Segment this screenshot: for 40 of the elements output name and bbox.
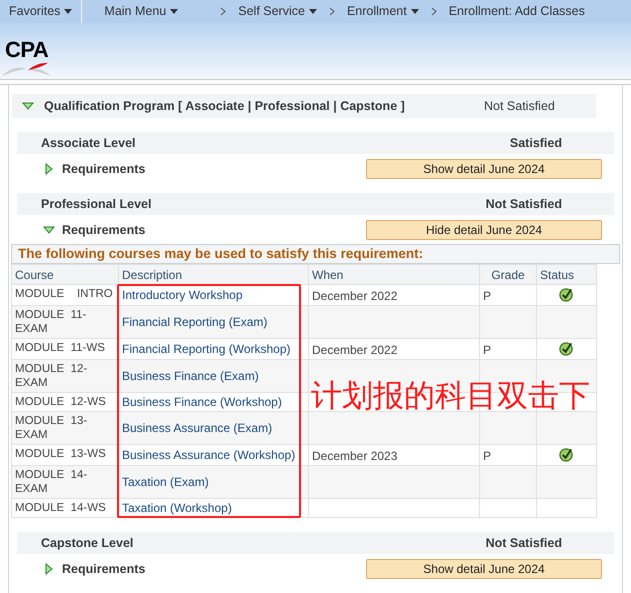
detail-button[interactable]: Show detail June 2024 [366, 159, 602, 179]
breadcrumb-menu[interactable]: Main Menu [104, 2, 178, 21]
requirements-label: Requirements [62, 560, 146, 578]
level-status: Not Satisfied [486, 196, 562, 213]
level-status: Satisfied [510, 134, 562, 152]
column-header: Description [118, 264, 308, 284]
table-cell: December 2022 [312, 289, 398, 303]
breadcrumb-menu[interactable]: Enrollment: Add Classes [448, 2, 585, 21]
table-cell: MODULE 14-WS [12, 498, 118, 518]
table-cell: P [483, 449, 492, 463]
table-cell: P [483, 289, 492, 303]
chevron-icon [328, 7, 335, 16]
level-title: Professional Level [41, 196, 152, 213]
section-heading: The following courses may be used to satisfy this requirement: [11, 244, 620, 264]
level-title: Capstone Level [41, 534, 134, 552]
program-title: Qualification Program [ Associate | Professional | Capstone ] [44, 98, 406, 115]
collapse-triangle-icon[interactable] [22, 102, 34, 110]
column-header: When [308, 264, 480, 284]
detail-button[interactable]: Show detail June 2024 [366, 559, 602, 579]
requirements-label: Requirements [62, 222, 146, 239]
column-header: Course [12, 264, 118, 284]
chevron-icon [430, 7, 437, 16]
table-cell: P [483, 343, 492, 357]
detail-button[interactable]: Hide detail June 2024 [366, 220, 602, 240]
expand-triangle-icon[interactable] [45, 163, 53, 175]
breadcrumb-menu[interactable]: Self Service [238, 2, 317, 21]
logo-wings-icon [2, 61, 52, 77]
logo-text: CPA [5, 39, 48, 61]
collapse-triangle-icon[interactable] [43, 226, 55, 234]
level-status: Not Satisfied [486, 534, 562, 552]
expand-triangle-icon[interactable] [45, 563, 53, 575]
program-status: Not Satisfied [484, 98, 555, 115]
breadcrumb-menu[interactable]: Enrollment [346, 2, 419, 21]
table-cell: December 2023 [312, 449, 398, 463]
annotation-text: 计划报的科目双击下 [311, 379, 590, 413]
table-cell: December 2022 [312, 343, 398, 357]
level-title: Associate Level [41, 134, 136, 152]
requirements-label: Requirements [62, 160, 146, 178]
chevron-icon [220, 7, 226, 16]
course-link[interactable]: Taxation (Exam) [122, 475, 209, 489]
